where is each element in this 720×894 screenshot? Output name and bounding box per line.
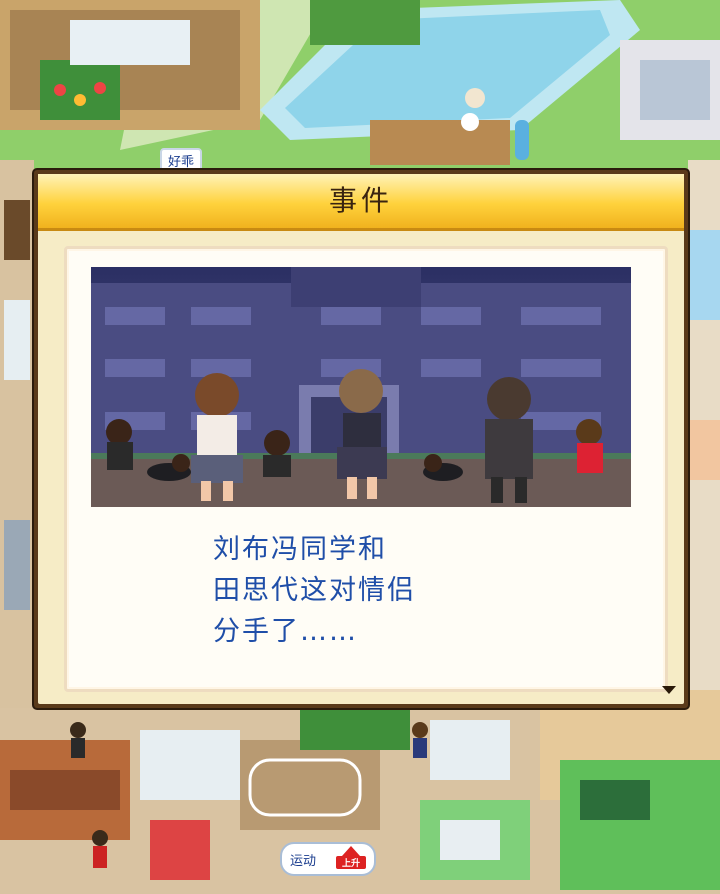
event-dialog-title: 事件 xyxy=(328,184,393,217)
continue-arrow-icon[interactable] xyxy=(662,686,676,694)
event-content-panel: 刘布冯同学和 田思代这对情侣 分手了…… xyxy=(64,246,668,692)
event-message: 刘布冯同学和 田思代这对情侣 分手了…… xyxy=(213,529,633,652)
event-illustration xyxy=(91,267,631,507)
event-dialog-title-bar: 事件 xyxy=(38,174,684,231)
event-message-line: 刘布冯同学和 xyxy=(213,534,387,565)
event-dialog-body: 事件 刘布冯同学和 田思代这对情侣 分手了…… xyxy=(38,174,684,704)
rise-badge-label: 上升 xyxy=(336,856,366,869)
exercise-button-label: 运动 xyxy=(290,854,317,869)
rise-badge: 上升 xyxy=(336,846,366,870)
event-dialog[interactable]: 事件 刘布冯同学和 田思代这对情侣 分手了…… xyxy=(34,170,688,708)
event-message-line: 田思代这对情侣 xyxy=(213,575,416,606)
exercise-button[interactable]: 运动 上升 xyxy=(280,842,376,876)
event-message-line: 分手了…… xyxy=(213,616,358,647)
